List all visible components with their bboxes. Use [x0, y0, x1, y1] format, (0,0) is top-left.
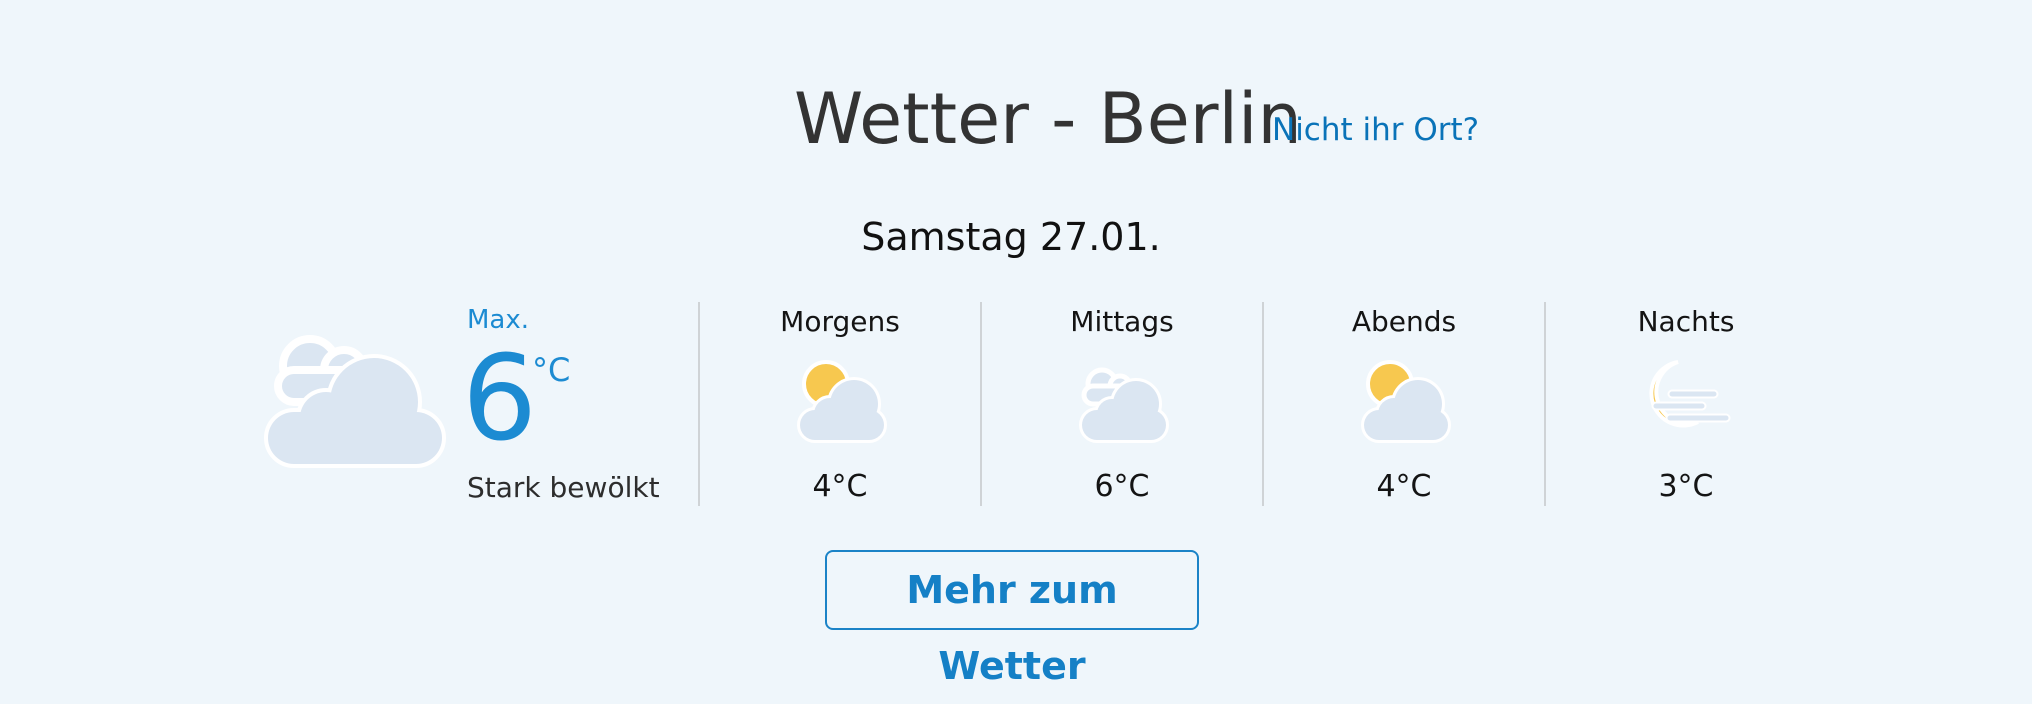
current-weather: Max. 6 °C Stark bewölkt	[262, 300, 682, 510]
header: Wetter - Berlin Nicht ihr Ort?	[0, 74, 2032, 164]
cloudy-icon	[1079, 367, 1169, 443]
period-temperature: 3°C	[1658, 469, 1714, 504]
period-temperature: 6°C	[1094, 469, 1150, 504]
change-location-link[interactable]: Nicht ihr Ort?	[1272, 110, 1479, 150]
period-label: Nachts	[1637, 305, 1735, 338]
period-label: Mittags	[1070, 305, 1174, 338]
temperature-unit: °C	[532, 351, 571, 389]
partly-cloudy-icon	[797, 360, 887, 443]
period-label: Morgens	[780, 305, 900, 338]
page-title: Wetter - Berlin	[794, 78, 1302, 160]
day-periods: Morgens 4°C Mittags 6°C Abends 4°C Nacht…	[698, 302, 1826, 506]
more-weather-button[interactable]: Mehr zum Wetter	[825, 550, 1199, 688]
period-night: Nachts 3°C	[1544, 302, 1826, 506]
partly-cloudy-icon	[1361, 360, 1451, 443]
max-temperature: 6	[462, 329, 538, 467]
forecast-date: Samstag 27.01.	[861, 215, 1161, 259]
weather-description: Stark bewölkt	[467, 471, 660, 504]
moon-fog-icon	[1649, 360, 1731, 428]
cloudy-icon	[264, 335, 446, 468]
period-morning: Morgens 4°C	[698, 302, 980, 506]
period-temperature: 4°C	[1376, 469, 1432, 504]
period-temperature: 4°C	[812, 469, 868, 504]
period-evening: Abends 4°C	[1262, 302, 1544, 506]
period-label: Abends	[1351, 305, 1457, 338]
period-midday: Mittags 6°C	[980, 302, 1262, 506]
